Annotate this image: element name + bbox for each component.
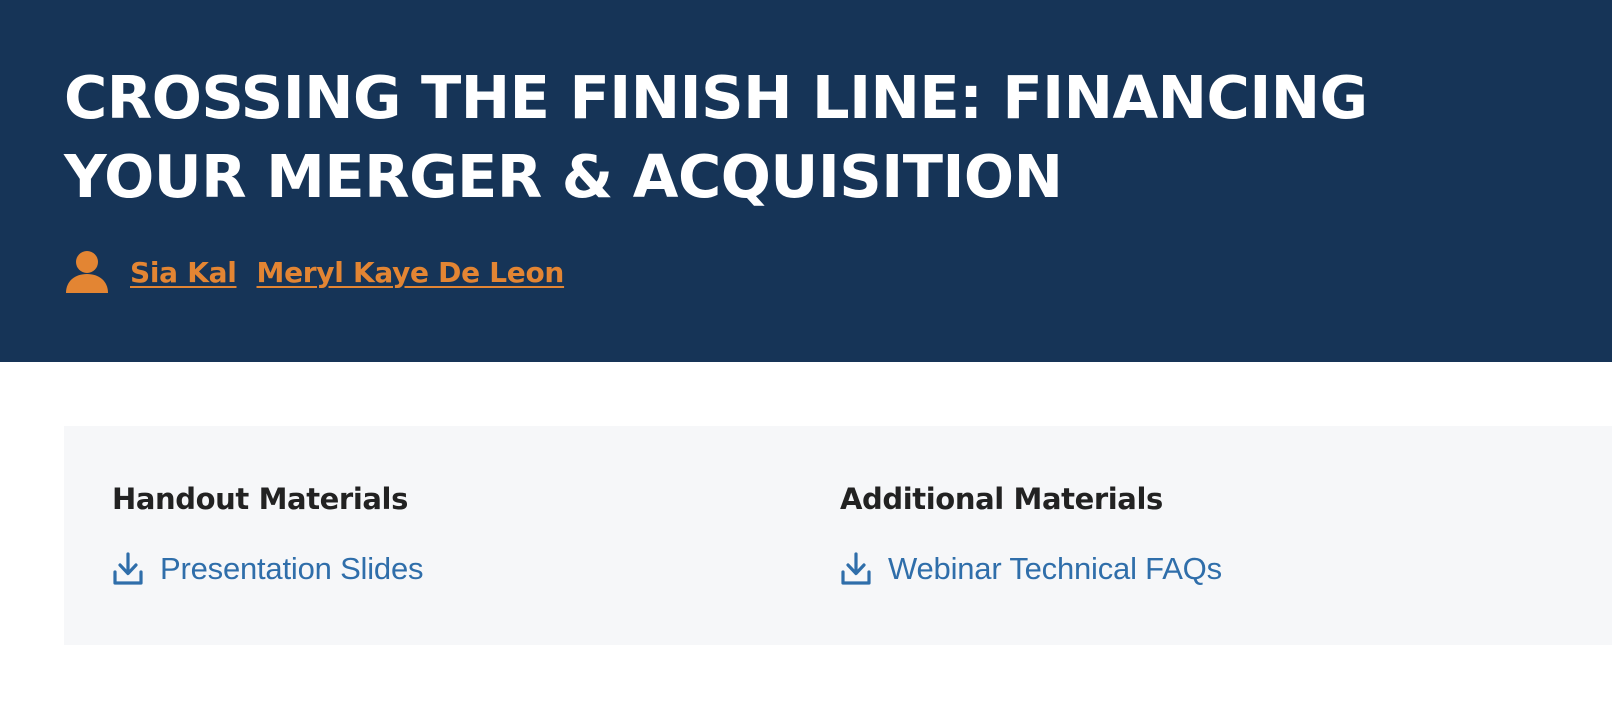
additional-materials-heading: Additional Materials xyxy=(840,482,1163,516)
webinar-technical-faqs-link[interactable]: Webinar Technical FAQs xyxy=(840,551,1222,587)
author-link-meryl-kaye-de-leon[interactable]: Meryl Kaye De Leon xyxy=(257,256,565,289)
authors-row: Sia Kal Meryl Kaye De Leon xyxy=(64,248,584,296)
download-icon xyxy=(112,552,144,586)
materials-panel: Handout Materials Presentation Slides Ad… xyxy=(64,426,1612,645)
presentation-slides-label: Presentation Slides xyxy=(160,551,424,586)
download-icon xyxy=(840,552,872,586)
presentation-slides-link[interactable]: Presentation Slides xyxy=(112,551,424,587)
hero-banner: CROSSING THE FINISH LINE: FINANCING YOUR… xyxy=(0,0,1612,362)
author-link-sia-kal[interactable]: Sia Kal xyxy=(130,256,237,289)
handout-materials-heading: Handout Materials xyxy=(112,482,408,516)
page-title: CROSSING THE FINISH LINE: FINANCING YOUR… xyxy=(64,63,1368,211)
person-icon xyxy=(64,249,110,295)
webinar-technical-faqs-label: Webinar Technical FAQs xyxy=(888,551,1222,586)
